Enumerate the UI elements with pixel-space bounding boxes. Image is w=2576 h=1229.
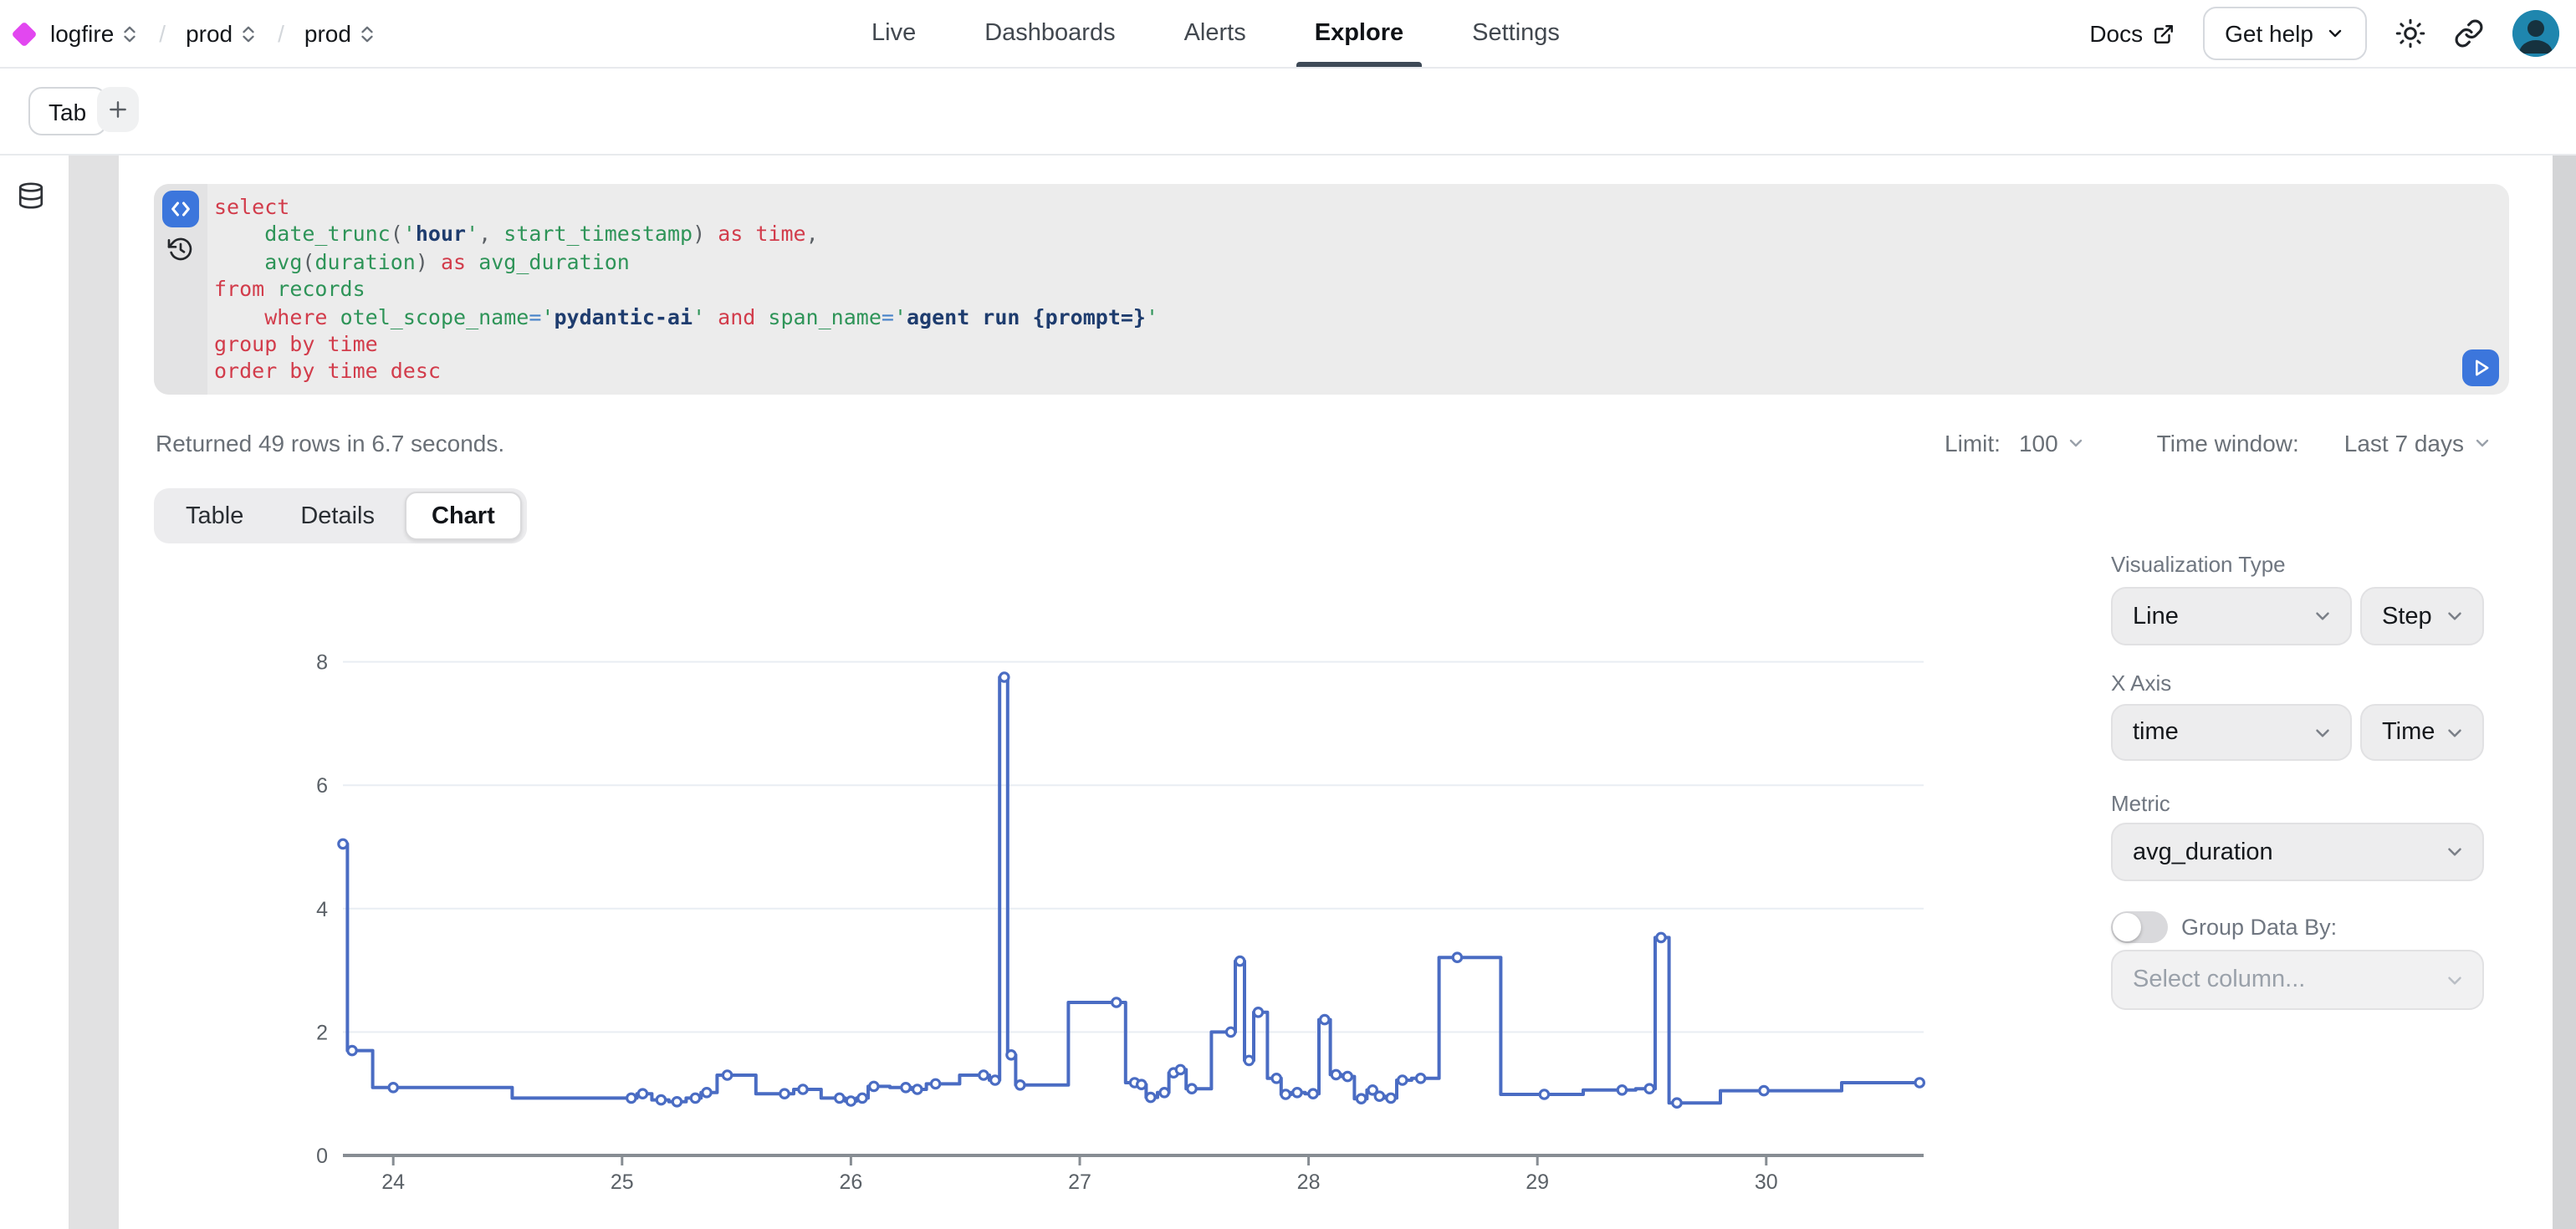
svg-text:29: 29 bbox=[1526, 1170, 1549, 1194]
database-schema-icon[interactable] bbox=[17, 181, 45, 211]
breadcrumb-org-label: logfire bbox=[50, 20, 114, 47]
limit-value: 100 bbox=[2019, 430, 2058, 456]
sort-chevrons-icon bbox=[239, 23, 258, 44]
query-tab[interactable]: Tab bbox=[28, 87, 106, 135]
sql-editor[interactable]: select date_trunc('hour', start_timestam… bbox=[154, 184, 2509, 395]
page-scrollbar[interactable] bbox=[2553, 156, 2576, 1229]
x-axis-column-select[interactable]: time bbox=[2111, 704, 2352, 761]
docs-label: Docs bbox=[2089, 20, 2143, 47]
get-help-label: Get help bbox=[2225, 20, 2313, 47]
run-query-button[interactable] bbox=[2462, 349, 2499, 386]
sidebar-resize-gutter[interactable] bbox=[69, 156, 119, 1229]
time-window-dropdown[interactable]: Last 7 days bbox=[2344, 430, 2492, 456]
metric-select[interactable]: avg_duration bbox=[2111, 823, 2484, 881]
visualization-type-select[interactable]: Line bbox=[2111, 587, 2352, 645]
line-style-select[interactable]: Step bbox=[2360, 587, 2484, 645]
nav-settings[interactable]: Settings bbox=[1472, 0, 1560, 67]
theme-toggle-sun-icon[interactable] bbox=[2395, 18, 2425, 48]
user-avatar[interactable] bbox=[2512, 10, 2559, 57]
sort-chevrons-icon bbox=[120, 23, 139, 44]
svg-text:4: 4 bbox=[316, 898, 328, 921]
x-axis-type-select[interactable]: Time bbox=[2360, 704, 2484, 761]
breadcrumb-environment-label: prod bbox=[304, 20, 351, 47]
query-history-icon[interactable] bbox=[167, 236, 194, 263]
svg-text:8: 8 bbox=[316, 651, 328, 675]
breadcrumb-org[interactable]: logfire bbox=[50, 20, 139, 47]
nav-alerts[interactable]: Alerts bbox=[1184, 0, 1246, 67]
left-sidebar bbox=[0, 156, 69, 1229]
chevron-down-icon bbox=[2325, 23, 2345, 43]
x-axis-label: X Axis bbox=[2111, 671, 2171, 696]
limit-label: Limit: bbox=[1945, 430, 2001, 456]
sort-chevrons-icon bbox=[358, 23, 376, 44]
time-window-label: Time window: bbox=[2157, 430, 2299, 456]
metric-label: Metric bbox=[2111, 791, 2170, 816]
view-tab-chart[interactable]: Chart bbox=[405, 492, 522, 540]
group-data-by-label: Group Data By: bbox=[2181, 915, 2337, 940]
svg-text:30: 30 bbox=[1755, 1170, 1778, 1194]
query-tab-bar: Tab bbox=[0, 69, 2576, 156]
query-options: Limit: 100 Time window: Last 7 days bbox=[1945, 430, 2492, 456]
view-tab-details[interactable]: Details bbox=[273, 492, 401, 540]
docs-link[interactable]: Docs bbox=[2089, 20, 2175, 47]
svg-text:27: 27 bbox=[1068, 1170, 1091, 1194]
get-help-button[interactable]: Get help bbox=[2203, 7, 2367, 60]
svg-text:24: 24 bbox=[381, 1170, 405, 1194]
breadcrumb-separator: / bbox=[159, 20, 166, 47]
result-view-switcher: Table Details Chart bbox=[154, 488, 527, 543]
avg-duration-chart: 0246824252627282930 bbox=[301, 632, 1957, 1201]
time-window-value: Last 7 days bbox=[2344, 430, 2464, 456]
nav-explore[interactable]: Explore bbox=[1315, 0, 1403, 67]
toggle-knob bbox=[2113, 913, 2141, 941]
app-window: logfire / prod / prod Live bbox=[0, 0, 2576, 1229]
query-status-text: Returned 49 rows in 6.7 seconds. bbox=[156, 430, 504, 456]
svg-text:2: 2 bbox=[316, 1021, 328, 1044]
svg-text:0: 0 bbox=[316, 1145, 328, 1168]
visualization-type-value: Line bbox=[2133, 603, 2179, 630]
line-style-value: Step bbox=[2382, 603, 2432, 630]
breadcrumb-project-label: prod bbox=[186, 20, 233, 47]
top-header: logfire / prod / prod Live bbox=[0, 0, 2576, 69]
x-axis-column-value: time bbox=[2133, 719, 2179, 746]
breadcrumb-separator: / bbox=[278, 20, 284, 47]
nav-dashboards[interactable]: Dashboards bbox=[984, 0, 1115, 67]
add-tab-button[interactable] bbox=[97, 87, 139, 132]
svg-text:6: 6 bbox=[316, 774, 328, 798]
logfire-logo-icon bbox=[11, 20, 37, 46]
sql-query-text[interactable]: select date_trunc('hour', start_timestam… bbox=[214, 194, 2452, 388]
nav-live[interactable]: Live bbox=[871, 0, 916, 67]
svg-text:25: 25 bbox=[611, 1170, 634, 1194]
breadcrumb: logfire / prod / prod bbox=[15, 0, 376, 67]
group-by-column-select[interactable]: Select column... bbox=[2111, 950, 2484, 1010]
group-data-toggle[interactable] bbox=[2111, 911, 2168, 943]
visualization-type-label: Visualization Type bbox=[2111, 552, 2286, 577]
external-link-icon bbox=[2153, 23, 2175, 44]
chart-canvas: 0246824252627282930 bbox=[301, 632, 1957, 1201]
breadcrumb-project[interactable]: prod bbox=[186, 20, 258, 47]
share-link-icon[interactable] bbox=[2454, 18, 2484, 48]
view-tab-table[interactable]: Table bbox=[159, 492, 270, 540]
editor-gutter bbox=[154, 184, 207, 395]
limit-dropdown[interactable]: 100 bbox=[2019, 430, 2087, 456]
breadcrumb-environment[interactable]: prod bbox=[304, 20, 376, 47]
svg-text:26: 26 bbox=[839, 1170, 862, 1194]
header-actions: Docs Get help bbox=[2089, 0, 2559, 67]
group-by-placeholder: Select column... bbox=[2133, 966, 2305, 993]
code-format-button[interactable] bbox=[162, 191, 199, 227]
svg-text:28: 28 bbox=[1297, 1170, 1321, 1194]
metric-value: avg_duration bbox=[2133, 839, 2273, 865]
main-nav: Live Dashboards Alerts Explore Settings bbox=[871, 0, 1560, 67]
x-axis-type-value: Time bbox=[2382, 719, 2435, 746]
